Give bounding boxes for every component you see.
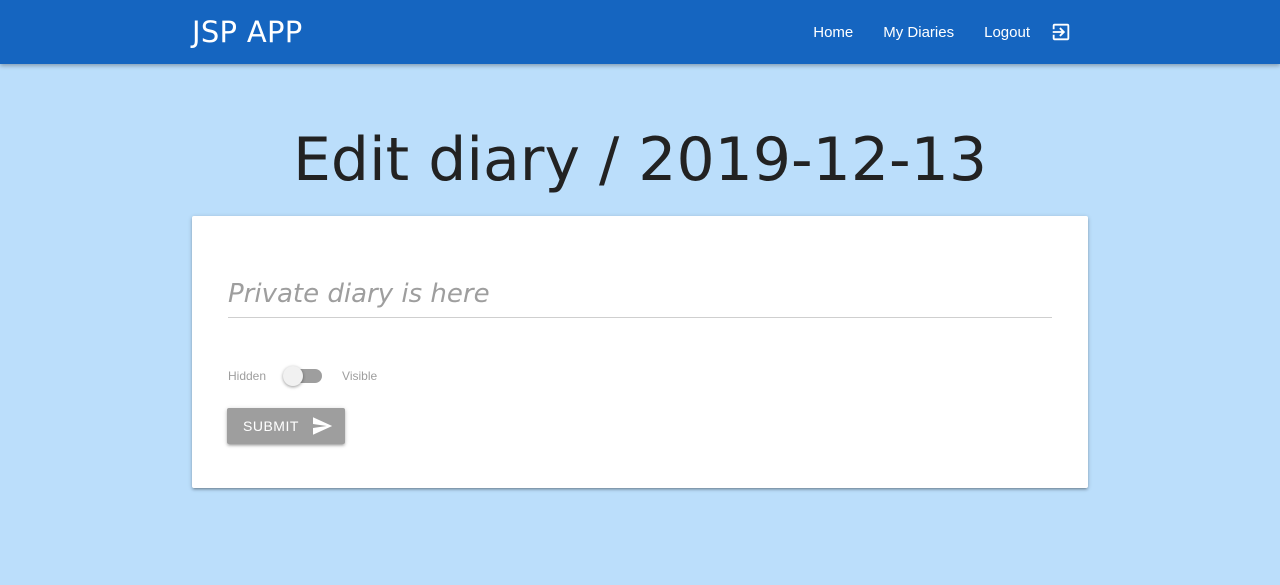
submit-button[interactable]: SUBMIT — [227, 408, 345, 444]
nav-link-my-diaries[interactable]: My Diaries — [868, 0, 969, 64]
top-navbar: JSP APP Home My Diaries Logout — [0, 0, 1280, 64]
nav-links: Home My Diaries Logout — [798, 0, 1072, 64]
logout-label: Logout — [984, 23, 1030, 41]
nav-link-home[interactable]: Home — [798, 0, 868, 64]
switch-toggle[interactable] — [283, 366, 323, 386]
submit-label: SUBMIT — [243, 418, 299, 434]
switch-label-hidden: Hidden — [228, 369, 267, 383]
nav-link-logout[interactable]: Logout — [969, 0, 1072, 64]
visibility-switch[interactable]: Hidden Visible — [228, 366, 377, 386]
switch-label-visible: Visible — [342, 369, 378, 383]
edit-diary-card: Hidden Visible SUBMIT — [192, 216, 1088, 488]
diary-text-input[interactable] — [228, 270, 1052, 318]
logout-icon — [1050, 21, 1072, 43]
brand-logo[interactable]: JSP APP — [192, 14, 303, 50]
send-icon — [312, 417, 333, 435]
page-title: Edit diary / 2019-12-13 — [292, 125, 987, 195]
switch-knob[interactable] — [283, 366, 304, 386]
